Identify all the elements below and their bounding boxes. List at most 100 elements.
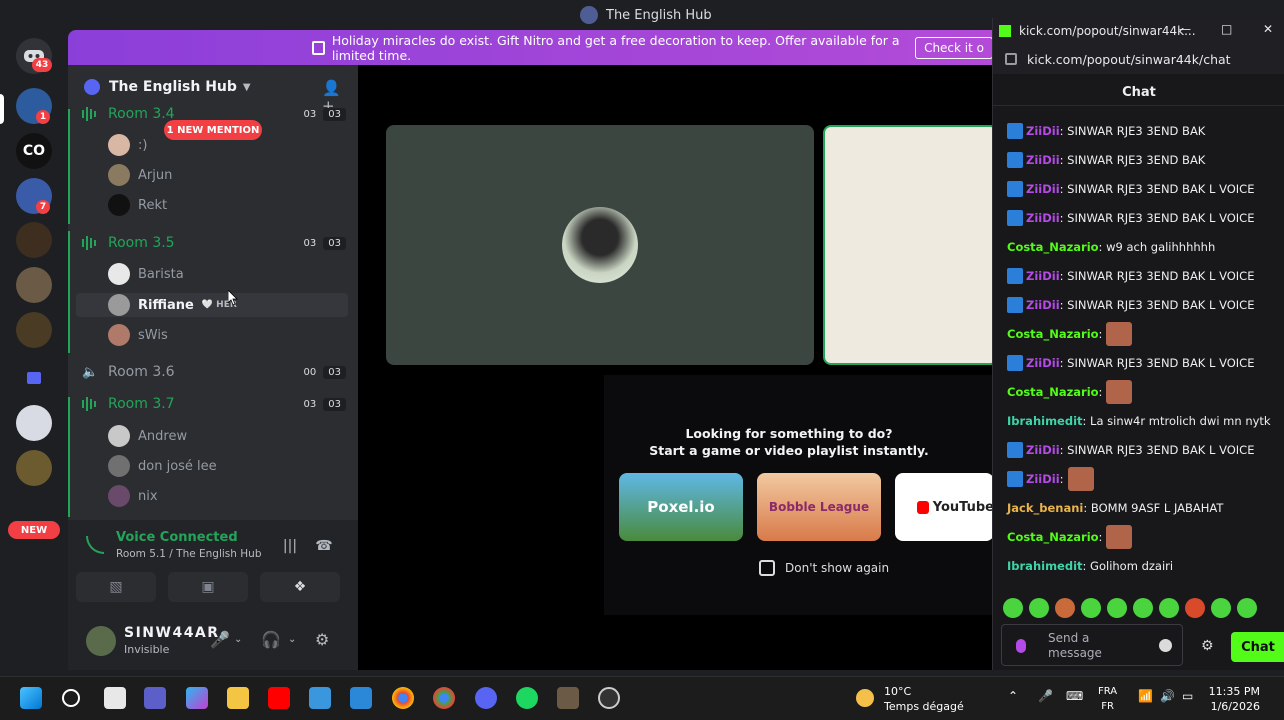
voice-member[interactable]: nix [108,485,158,507]
microphone-icon[interactable] [1016,639,1026,653]
voice-location[interactable]: Room 5.1 / The English Hub [116,548,261,560]
weather-moon-icon[interactable] [856,689,874,707]
game-icon[interactable] [557,687,579,709]
voice-member[interactable]: Rekt [108,194,167,216]
server-6[interactable] [16,312,52,348]
chat-username[interactable]: ZiiDii [1026,153,1060,167]
search-icon[interactable] [62,689,80,707]
invite-people-icon[interactable]: 👤+ [322,79,341,115]
subscriber-badge-icon[interactable] [1007,268,1023,284]
chat-username[interactable]: Costa_Nazario [1007,327,1099,341]
subscriber-badge-icon[interactable] [1007,123,1023,139]
subscriber-badge-icon[interactable] [1007,181,1023,197]
subscriber-badge-icon[interactable] [1007,355,1023,371]
site-info-icon[interactable] [1005,53,1017,65]
participant-tile-speaking[interactable] [823,125,998,365]
chat-username[interactable]: Ibrahimedit [1007,414,1083,428]
new-servers-pill[interactable]: NEW [8,521,60,539]
subscriber-badge-icon[interactable] [1007,297,1023,313]
address-bar[interactable]: kick.com/popout/sinwar44k/chat [993,44,1284,74]
weather-widget[interactable]: 10°C Temps dégagé [884,684,964,714]
emote-icon[interactable] [1081,598,1101,618]
send-message-input[interactable]: Send a message [1001,624,1183,666]
teams-icon[interactable] [144,687,166,709]
task-view-icon[interactable] [104,687,126,709]
subscriber-badge-icon[interactable] [1007,471,1023,487]
chrome-icon[interactable] [392,687,414,709]
voice-member[interactable]: Barista [108,263,184,285]
voice-status[interactable]: Voice Connected [116,530,238,545]
voice-channel-room-3-7[interactable]: Room 3.7 [82,393,175,415]
system-clock[interactable]: 11:35 PM 1/6/2026 [1200,684,1260,714]
headphones-icon[interactable]: 🎧 [261,630,281,649]
emote-icon[interactable] [1107,598,1127,618]
disconnect-icon[interactable]: ☎ [312,536,336,556]
emote-icon[interactable] [1185,598,1205,618]
server-co[interactable]: CO [16,133,52,169]
voice-channel-room-3-6[interactable]: 🔈 Room 3.6 [82,361,175,383]
obs-icon[interactable] [598,687,620,709]
activity-card-poxel[interactable]: Poxel.io [619,473,743,541]
server-5[interactable] [16,267,52,303]
dont-show-checkbox[interactable] [759,560,775,576]
chat-username[interactable]: Ibrahimedit [1007,559,1083,573]
chat-username[interactable]: ZiiDii [1026,211,1060,225]
emote-icon[interactable] [1029,598,1049,618]
emote-icon[interactable] [1237,598,1257,618]
emote-icon[interactable] [1055,598,1075,618]
chat-username[interactable]: ZiiDii [1026,298,1060,312]
chat-username[interactable]: Costa_Nazario [1007,530,1099,544]
server-8[interactable] [16,405,52,441]
chat-send-button[interactable]: Chat [1231,632,1284,662]
voice-channel-room-3-4[interactable]: Room 3.4 [82,103,175,125]
spotify-icon[interactable] [516,687,538,709]
video-off-button[interactable]: ▧ [76,572,156,602]
user-avatar[interactable] [86,626,116,656]
chat-username[interactable]: ZiiDii [1026,124,1060,138]
voice-member[interactable]: Andrew [108,425,187,447]
chevron-down-icon[interactable]: ⌄ [288,634,296,645]
username[interactable]: SINW44AR [124,625,220,641]
chat-username[interactable]: Jack_benani [1007,501,1083,515]
microphone-icon[interactable]: 🎤 [210,630,230,649]
discord-taskbar-icon[interactable] [475,687,497,709]
close-icon[interactable]: ✕ [1263,22,1273,36]
microphone-tray-icon[interactable]: 🎤 [1038,689,1053,704]
chevron-down-icon[interactable]: ⌄ [234,634,242,645]
emoji-picker-icon[interactable] [1159,639,1172,652]
voice-member[interactable]: Arjun [108,164,172,186]
chat-settings-gear-icon[interactable]: ⚙ [1201,638,1214,654]
chat-username[interactable]: ZiiDii [1026,182,1060,196]
copilot-icon[interactable] [186,687,208,709]
volume-icon[interactable]: 🔊 [1160,689,1175,704]
server-9[interactable] [16,450,52,486]
settings-gear-icon[interactable]: ⚙ [315,630,329,649]
wifi-icon[interactable]: 📶 [1138,689,1153,704]
subscriber-badge-icon[interactable] [1007,210,1023,226]
screen-share-button[interactable]: ▣ [168,572,248,602]
chat-username[interactable]: ZiiDii [1026,269,1060,283]
activity-card-bobble-league[interactable]: Bobble League [757,473,881,541]
language-indicator[interactable]: FRA FR [1098,684,1117,714]
store-icon[interactable] [350,687,372,709]
chrome-icon[interactable] [433,687,455,709]
chat-username[interactable]: ZiiDii [1026,472,1060,486]
participant-tile[interactable] [386,125,814,365]
chat-username[interactable]: Costa_Nazario [1007,240,1099,254]
voice-member[interactable]: don josé lee [108,455,217,477]
chat-username[interactable]: ZiiDii [1026,356,1060,370]
battery-icon[interactable]: ▭ [1182,689,1193,704]
chat-username[interactable]: Costa_Nazario [1007,385,1099,399]
voice-channel-room-3-5[interactable]: Room 3.5 [82,232,175,254]
emote-icon[interactable] [1211,598,1231,618]
voice-member-hovered[interactable]: Riffiane 🤍 HER [76,293,348,317]
noise-suppression-icon[interactable]: ||| [278,536,302,556]
youtube-app-icon[interactable] [268,687,290,709]
new-mention-pill[interactable]: 1 NEW MENTION [164,120,262,140]
chat-username[interactable]: ZiiDii [1026,443,1060,457]
dont-show-again[interactable]: Don't show again [759,560,889,576]
chevron-up-icon[interactable]: ⌃ [1008,689,1018,704]
server-folder[interactable] [16,360,52,396]
start-menu-icon[interactable] [20,687,42,709]
check-it-out-button[interactable]: Check it o [915,36,993,59]
